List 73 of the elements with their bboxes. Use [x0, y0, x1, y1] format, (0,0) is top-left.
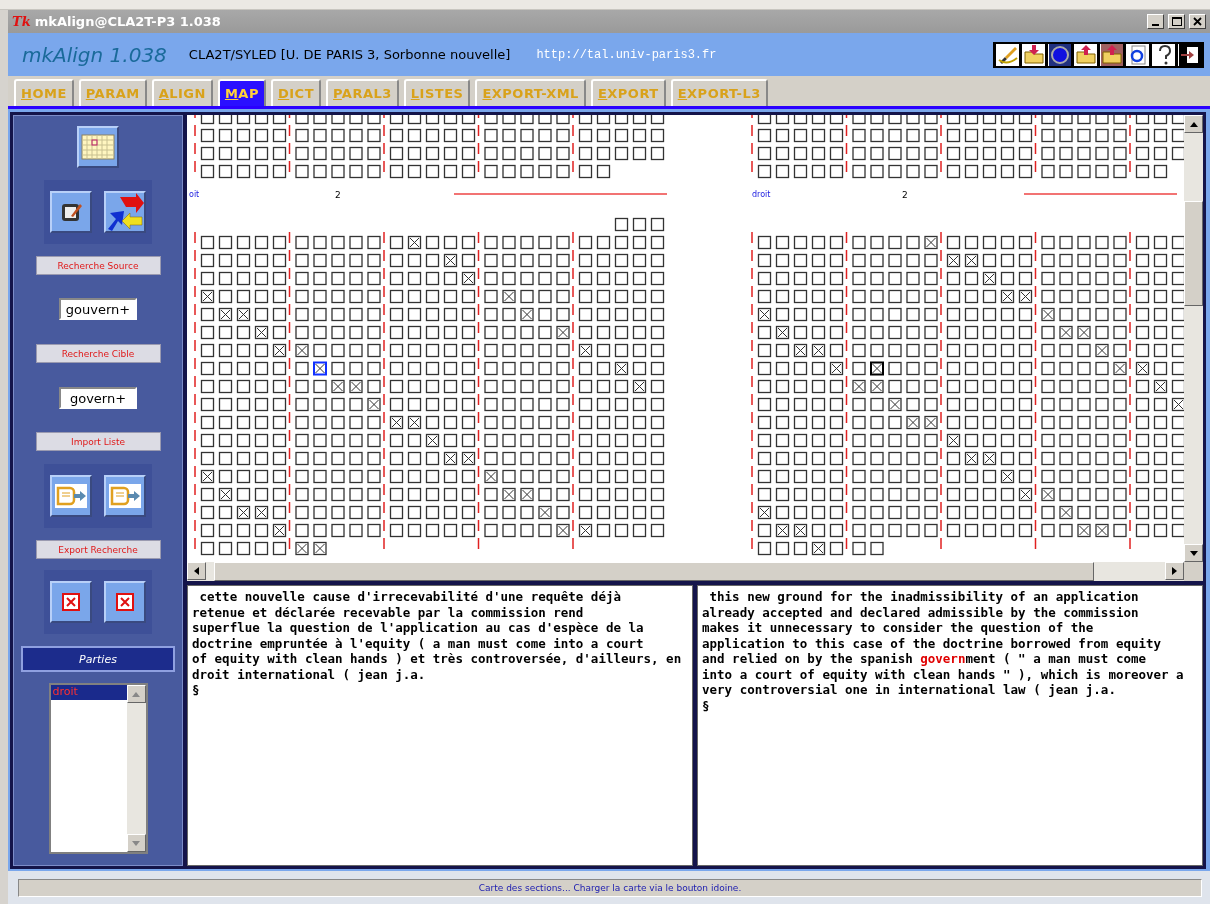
folder-down-icon [1022, 43, 1045, 66]
target-text-pane[interactable] [697, 585, 1203, 866]
maximize-button[interactable] [1168, 14, 1185, 29]
scrollbar-corner [1184, 562, 1203, 581]
toolbar-button[interactable] [996, 43, 1019, 66]
tab[interactable]: MAP [217, 79, 266, 106]
folder-up-icon [1100, 43, 1123, 66]
toolbar-button[interactable] [1048, 43, 1071, 66]
window-title: mkAlign@CLA2T-P3 1.038 [34, 14, 222, 29]
list-scrollbar[interactable] [126, 685, 146, 852]
close-icon [1193, 17, 1202, 26]
toolbar-button[interactable] [1074, 43, 1097, 66]
app-name: mkAlign 1.038 [22, 42, 167, 67]
calendar-icon [81, 133, 115, 161]
section-mark: § [702, 697, 711, 713]
minimize-button[interactable] [1147, 14, 1164, 29]
cross-box-icon [116, 593, 134, 611]
map-button[interactable] [77, 126, 119, 168]
tab[interactable]: PARAM [78, 79, 147, 106]
toolbar-button[interactable] [1178, 43, 1201, 66]
edit-button[interactable] [50, 191, 92, 233]
target-text: this new ground for the inadmissibility of an application already accepted and declared admissible by the commission makes it unnecessary to consider the question of the application to this case of the doctrine borrowed from equity and relied on by the spanish government ( " a man must come into a court of equity with clean hands " ), which is moreover a very controversial one in international law ( jean j.a. [702, 589, 1185, 698]
export-search-button[interactable]: Export Recherche [35, 540, 161, 559]
section-mark: § [192, 682, 201, 698]
tab[interactable]: EXPORT-L3 [670, 79, 768, 106]
source-text-pane[interactable] [187, 585, 693, 866]
tab[interactable]: HOME [14, 79, 74, 106]
export-button[interactable] [50, 581, 92, 623]
import-button[interactable] [104, 475, 146, 517]
right-arrow-icon [1172, 567, 1177, 575]
vertical-scrollbar[interactable] [1184, 115, 1203, 562]
toolbar-button[interactable] [1100, 43, 1123, 66]
app-logo: Tk [12, 14, 31, 29]
source-search-button[interactable]: Recherche Source [35, 256, 161, 275]
target-search-button[interactable]: Recherche Cible [35, 344, 161, 363]
tab[interactable]: EXPORT-XML [475, 79, 586, 106]
minimize-icon [1152, 24, 1159, 26]
status-bar: Carte des sections... Charger la carte via le bouton idoine. [18, 879, 1202, 897]
record-icon [1048, 43, 1071, 66]
tab[interactable]: LISTES [403, 79, 471, 106]
institution-label: CLA2T/SYLED [U. DE PARIS 3, Sorbonne nouvelle] [188, 47, 511, 62]
source-text: cette nouvelle cause d'irrecevabilité d'une requête déjà retenue et déclarée recevable par la commission rend superflue la question de l'application au cas d'espèce de la doctrine empruntée à l'equity ( a man must come into a court of equity with clean hands ) et très controversée, d'ailleurs, en droit international ( jean j.a. [192, 589, 683, 682]
export-button[interactable] [104, 581, 146, 623]
down-arrow-icon [1189, 550, 1198, 556]
import-list-button[interactable]: Import Liste [35, 432, 161, 451]
target-search-field[interactable]: govern+ [59, 387, 137, 409]
arrows-icon [106, 193, 144, 231]
import-button[interactable] [50, 475, 92, 517]
down-arrow-icon [132, 840, 140, 846]
section-label: droit [752, 190, 771, 199]
swap-button[interactable] [104, 191, 146, 233]
parties-header: Parties [21, 646, 175, 672]
toolbar-button[interactable] [1152, 43, 1175, 66]
up-arrow-icon [1189, 121, 1198, 127]
toolbar-button[interactable] [1126, 43, 1149, 66]
up-arrow-icon [132, 691, 140, 697]
close-button[interactable] [1189, 14, 1206, 29]
tab[interactable]: DICT [270, 79, 321, 106]
section-number: 2 [335, 190, 341, 200]
website-url: http://tal.univ-paris3.fr [536, 47, 718, 62]
maximize-icon [1171, 17, 1182, 26]
cross-box-icon [62, 593, 80, 611]
left-arrow-icon [194, 567, 199, 575]
section-label: oit [189, 190, 200, 199]
scroll-thumb[interactable] [1184, 201, 1203, 306]
tab[interactable]: ALIGN [151, 79, 213, 106]
tab[interactable]: EXPORT [590, 79, 666, 106]
tab[interactable]: PARAL3 [326, 79, 399, 106]
section-number: 2 [902, 190, 908, 200]
folder-up-icon [1074, 43, 1097, 66]
source-search-field[interactable]: gouvern+ [59, 298, 137, 320]
toolbar-button[interactable] [1022, 43, 1045, 66]
list-item[interactable]: droit [50, 685, 127, 700]
